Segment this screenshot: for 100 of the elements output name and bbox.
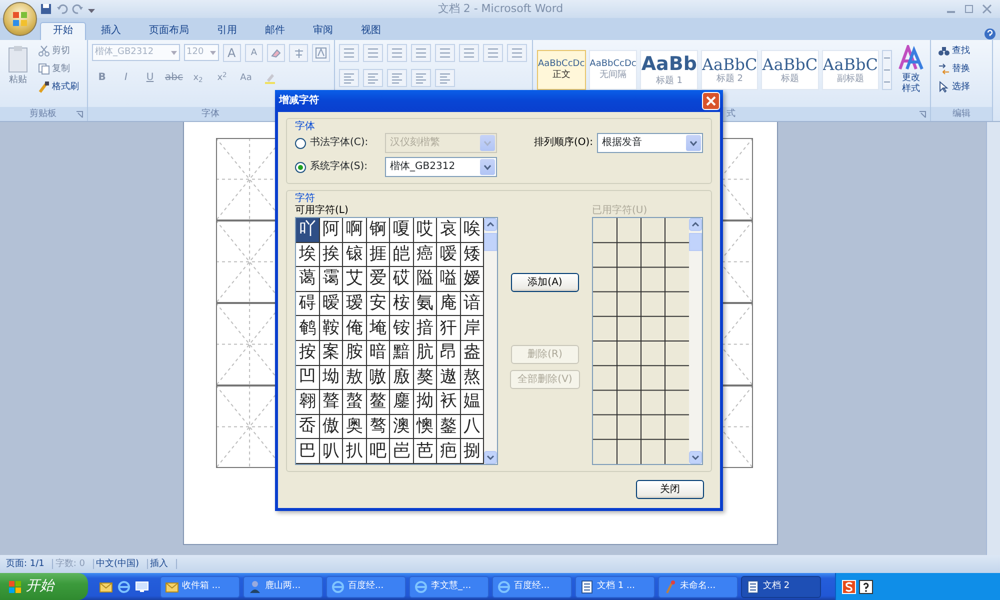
ribbon-tab[interactable]: 插入 [88,22,134,40]
character-cell[interactable]: 吧 [366,439,390,464]
scroll-thumb[interactable] [689,233,702,251]
vertical-scrollbar[interactable] [986,122,1000,555]
editing-button[interactable]: 查找 [935,44,973,58]
scrollbar[interactable] [689,218,702,464]
character-cell[interactable]: 螯 [343,390,366,415]
dialog-button[interactable]: 添加(A) [511,273,579,292]
character-cell[interactable]: 黯 [390,340,414,366]
character-cell[interactable]: 锿 [343,242,366,268]
taskbar-button[interactable]: 收件箱 ... [160,576,240,598]
start-button[interactable]: 开始 [0,573,88,600]
sort-order-dropdown[interactable]: 根据发音 [597,133,703,153]
character-cell[interactable]: 鹌 [296,316,320,341]
editing-button[interactable]: 选择 [935,80,973,94]
style-option[interactable]: AaBbC 标题 [761,50,819,90]
close-button[interactable] [702,92,720,110]
style-option[interactable]: AaBb 标题 1 [640,50,698,90]
close-dialog-button[interactable]: 关闭 [636,480,704,499]
character-cell[interactable]: 鏊 [437,414,460,440]
numbered-list-button[interactable] [363,44,383,62]
taskbar-button[interactable]: 鹿山两... [243,576,323,598]
character-cell[interactable]: 拗 [414,390,437,415]
character-cell[interactable]: 澳 [390,414,414,440]
character-cell[interactable]: 犴 [437,316,460,341]
decrease-indent-button[interactable] [411,44,431,62]
character-cell[interactable]: 獒 [414,366,437,390]
character-cell[interactable]: 傲 [320,414,343,440]
taskbar-button[interactable]: 未命名... [658,576,738,598]
clipboard-button[interactable]: 剪切 [35,44,82,58]
character-cell[interactable]: 奥 [343,414,366,440]
phonetic-button[interactable] [289,44,308,62]
character-cell[interactable]: 鞍 [320,316,343,341]
envelope-icon[interactable] [99,580,113,594]
ribbon-tab[interactable]: 页面布局 [136,22,202,40]
character-cell[interactable]: 啊 [343,218,366,243]
character-cell[interactable]: 蔼 [296,267,320,292]
character-cell[interactable]: 叭 [320,439,343,464]
character-cell[interactable]: 嗌 [437,267,460,292]
character-cell[interactable]: 暧 [320,292,343,316]
distribute-button[interactable] [435,69,455,87]
character-cell[interactable]: 凹 [296,366,320,390]
change-styles-button[interactable]: 更改样式 [894,44,927,96]
character-cell[interactable]: 安 [366,292,390,316]
character-cell[interactable]: 遨 [437,366,460,390]
character-cell[interactable]: 袄 [437,390,460,415]
character-cell[interactable]: 胺 [343,340,366,366]
character-cell[interactable]: 坳 [320,366,343,390]
ribbon-tab[interactable]: 开始 [40,22,86,40]
increase-indent-button[interactable] [435,44,455,62]
character-cell[interactable]: 吖 [296,218,320,243]
ribbon-tab[interactable]: 视图 [348,22,394,40]
character-cell[interactable]: 芭 [414,439,437,464]
character-cell[interactable]: 俺 [343,316,366,341]
character-cell[interactable]: 捱 [366,242,390,268]
character-cell[interactable]: 疤 [437,439,460,464]
character-cell[interactable]: 锕 [366,218,390,243]
s-logo-icon[interactable] [842,580,856,594]
style-option[interactable]: AaBbC 标题 2 [700,50,758,90]
scroll-thumb[interactable] [484,233,497,251]
scrollbar[interactable] [484,218,497,464]
font-dropdown[interactable]: 楷体_GB2312 [385,157,497,177]
character-cell[interactable]: 阿 [320,218,343,243]
character-cell[interactable]: 埃 [296,242,320,268]
ribbon-tab[interactable]: 审阅 [300,22,346,40]
character-cell[interactable]: 岙 [296,414,320,440]
style-option[interactable]: AaBbC 副标题 [822,50,879,90]
align-left-button[interactable] [339,69,359,87]
clipboard-button[interactable]: 复制 [35,62,82,76]
character-cell[interactable]: 庵 [437,292,460,316]
character-cell[interactable]: 按 [296,340,320,366]
character-cell[interactable]: 癌 [414,242,437,268]
align-center-button[interactable] [363,69,383,87]
character-cell[interactable]: 铵 [390,316,414,341]
character-cell[interactable]: 嗷 [366,366,390,390]
clipboard-button[interactable]: 格式刷 [35,80,82,94]
border-button[interactable] [312,44,330,62]
undo-icon[interactable] [56,3,68,15]
character-cell[interactable]: 嗄 [390,218,414,243]
taskbar-button[interactable]: 百度经... [492,576,572,598]
character-cell[interactable]: 暗 [366,340,390,366]
dialog-launcher-icon[interactable] [919,110,926,118]
save-icon[interactable] [40,3,52,15]
character-cell[interactable]: 艾 [343,267,366,292]
character-cell[interactable]: 爱 [366,267,390,292]
character-cell[interactable]: 碍 [296,292,320,316]
character-cell[interactable]: 鏖 [390,390,414,415]
taskbar-button[interactable]: 文档 2 [741,576,821,598]
ribbon-tab[interactable]: 邮件 [252,22,298,40]
character-cell[interactable]: 翱 [296,390,320,415]
character-cell[interactable]: 昂 [437,340,460,366]
character-cell[interactable]: 懊 [414,414,437,440]
character-cell[interactable]: 桉 [390,292,414,316]
style-option[interactable]: AaBbCcDc 无间隔 [588,50,638,90]
character-cell[interactable]: 瑷 [343,292,366,316]
bullet-list-button[interactable] [339,44,359,62]
character-cell[interactable]: 哎 [414,218,437,243]
character-cell[interactable]: 廒 [390,366,414,390]
radio-option[interactable]: 系统字体(S): [295,161,385,173]
justify-button[interactable] [411,69,431,87]
